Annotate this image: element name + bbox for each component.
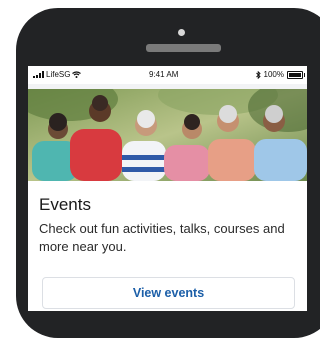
- battery-percent: 100%: [263, 70, 284, 79]
- view-events-button[interactable]: View events: [42, 277, 295, 309]
- card-description: Check out fun activities, talks, courses…: [39, 221, 285, 254]
- status-right: 100%: [255, 70, 305, 79]
- wifi-icon: [72, 71, 82, 78]
- status-time: 9:41 AM: [149, 70, 179, 79]
- hero-image: [28, 89, 307, 181]
- bluetooth-icon: [255, 70, 261, 79]
- signal-icon: [33, 71, 44, 78]
- front-camera: [178, 29, 185, 36]
- earpiece-speaker: [146, 44, 221, 52]
- phone-screen: LifeSG 9:41 AM 100% Events Check out fun…: [28, 66, 307, 311]
- battery-icon: [287, 70, 305, 79]
- status-bar: LifeSG 9:41 AM 100%: [28, 66, 307, 84]
- status-left: LifeSG: [33, 70, 82, 79]
- carrier-label: LifeSG: [46, 70, 71, 79]
- card-title: Events: [39, 195, 91, 214]
